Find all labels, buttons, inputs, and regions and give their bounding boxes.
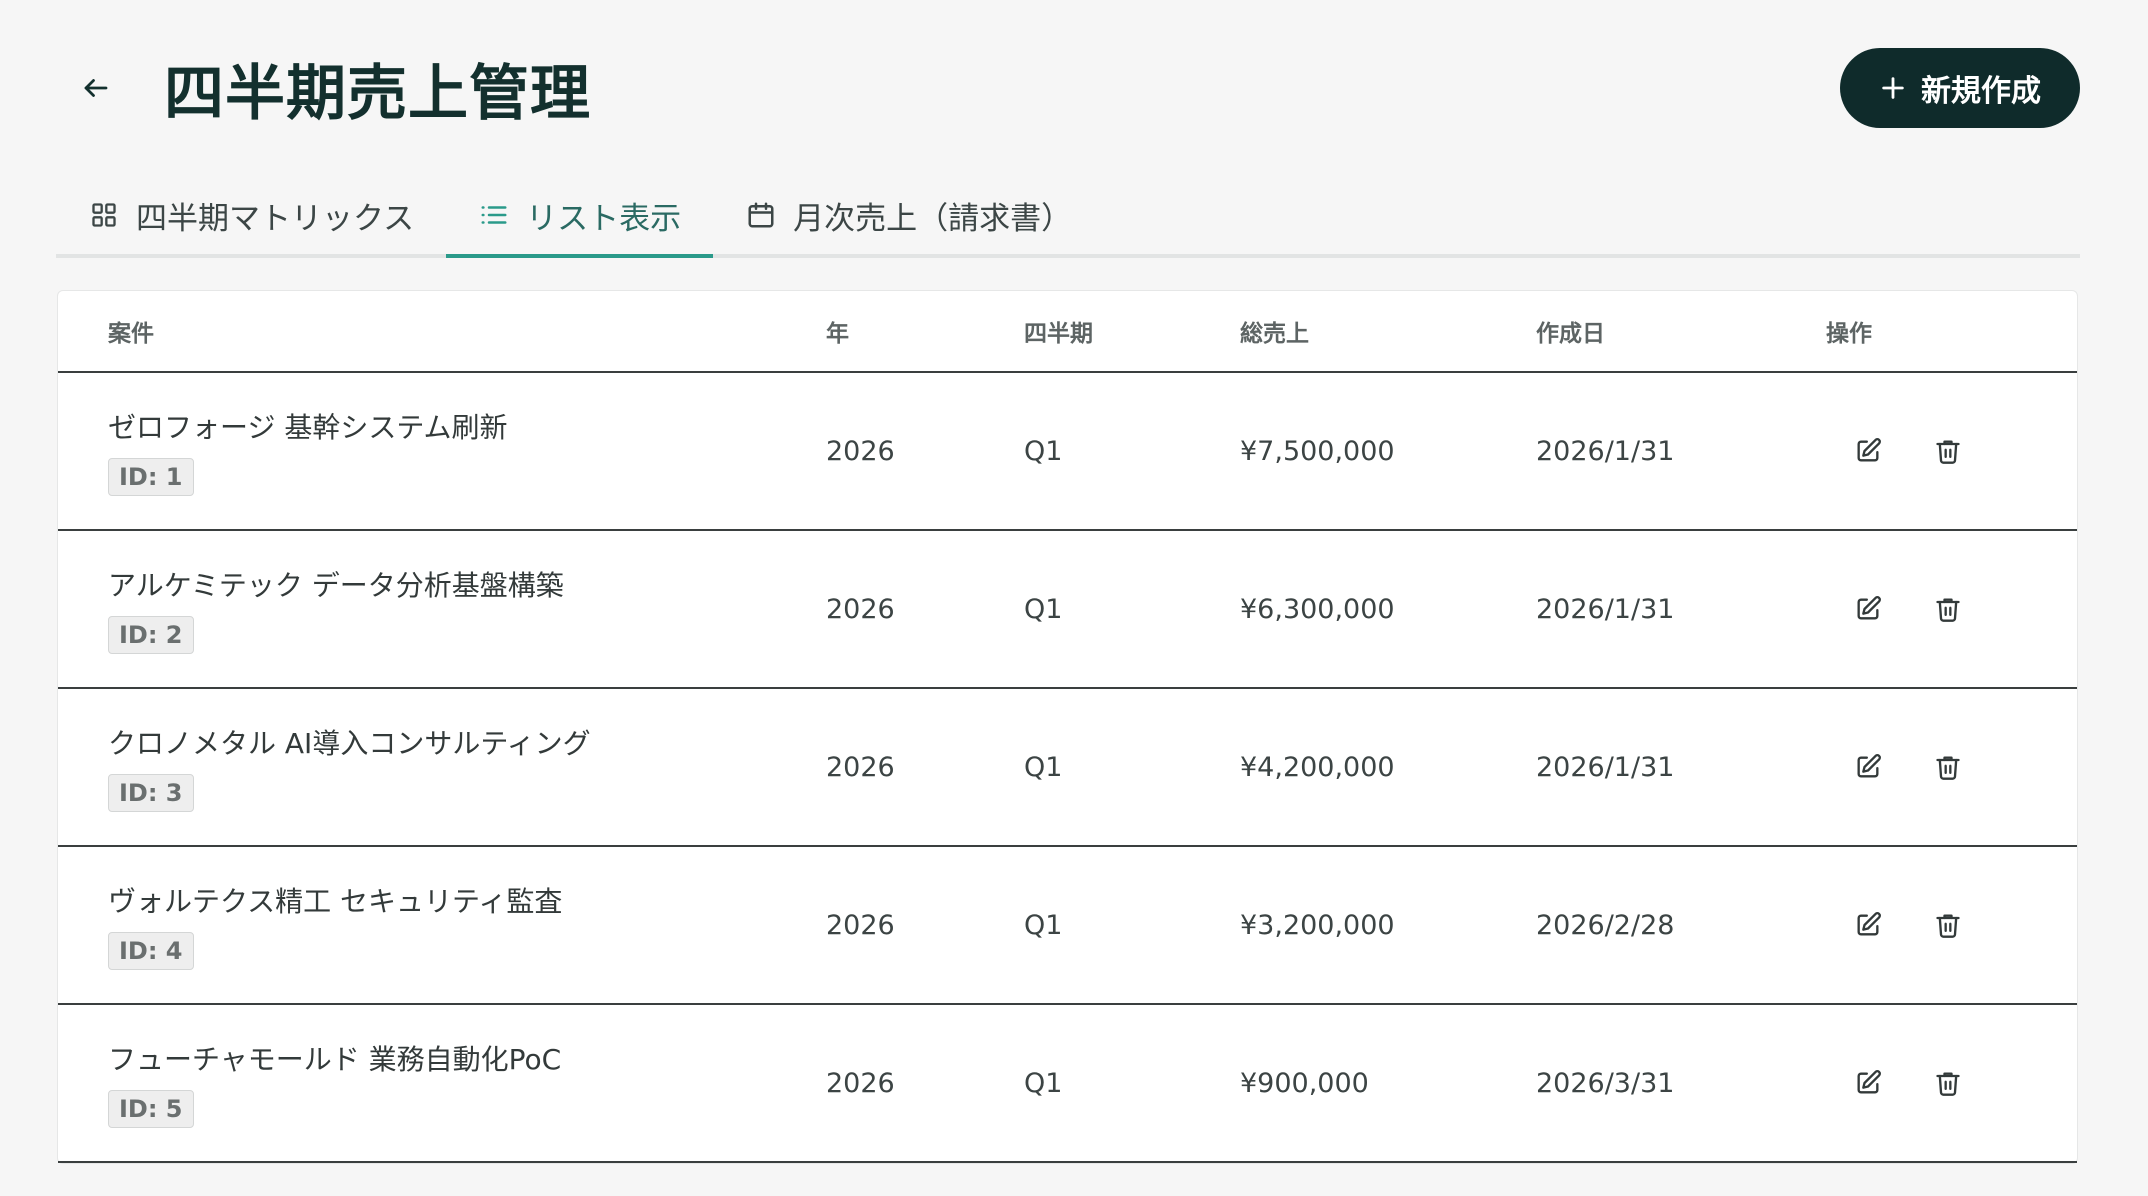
edit-button[interactable] bbox=[1840, 897, 1896, 953]
project-cell: ヴォルテクス精工 セキュリティ監査 ID: 4 bbox=[58, 880, 826, 970]
edit-icon bbox=[1857, 596, 1881, 620]
year-cell: 2026 bbox=[826, 435, 895, 467]
id-badge: ID: 5 bbox=[108, 1090, 194, 1128]
view-tabs: 四半期マトリックス リスト表示 月次売上（請求書） bbox=[56, 176, 2080, 258]
trash-icon bbox=[1936, 914, 1960, 938]
project-cell: クロノメタル AI導入コンサルティング ID: 3 bbox=[58, 722, 826, 812]
edit-icon bbox=[1857, 912, 1881, 936]
column-header-year[interactable]: 年 bbox=[826, 314, 1024, 348]
id-badge: ID: 1 bbox=[108, 458, 194, 496]
quarter-cell: Q1 bbox=[1024, 751, 1063, 783]
created-cell: 2026/1/31 bbox=[1536, 751, 1675, 783]
edit-button[interactable] bbox=[1840, 739, 1896, 795]
project-name: フューチャモールド 業務自動化PoC bbox=[108, 1043, 562, 1076]
table-header: 案件 年 四半期 総売上 作成日 操作 bbox=[58, 291, 2077, 373]
quarter-cell: Q1 bbox=[1024, 909, 1063, 941]
table-row[interactable]: フューチャモールド 業務自動化PoC ID: 5 2026 Q1 ¥900,00… bbox=[58, 1005, 2077, 1163]
created-cell: 2026/2/28 bbox=[1536, 909, 1675, 941]
column-header-created[interactable]: 作成日 bbox=[1536, 314, 1826, 348]
project-name: ヴォルテクス精工 セキュリティ監査 bbox=[108, 885, 563, 918]
year-cell: 2026 bbox=[826, 1067, 895, 1099]
tab-label: 四半期マトリックス bbox=[136, 200, 415, 237]
column-header-total[interactable]: 総売上 bbox=[1240, 314, 1536, 348]
header-left: 四半期売上管理 bbox=[56, 45, 591, 132]
quarter-cell: Q1 bbox=[1024, 1067, 1063, 1099]
year-cell: 2026 bbox=[826, 751, 895, 783]
table-row[interactable]: ヴォルテクス精工 セキュリティ監査 ID: 4 2026 Q1 ¥3,200,0… bbox=[58, 847, 2077, 1005]
actions-cell bbox=[1826, 581, 2066, 637]
tab-monthly-sales[interactable]: 月次売上（請求書） bbox=[713, 176, 1104, 254]
project-cell: フューチャモールド 業務自動化PoC ID: 5 bbox=[58, 1038, 826, 1128]
delete-button[interactable] bbox=[1920, 581, 1976, 637]
tab-list-view[interactable]: リスト表示 bbox=[446, 176, 714, 258]
list-icon bbox=[478, 199, 510, 231]
delete-button[interactable] bbox=[1920, 739, 1976, 795]
created-cell: 2026/1/31 bbox=[1536, 593, 1675, 625]
created-cell: 2026/1/31 bbox=[1536, 435, 1675, 467]
trash-icon bbox=[1936, 756, 1960, 780]
delete-button[interactable] bbox=[1920, 1055, 1976, 1111]
project-name: アルケミテック データ分析基盤構築 bbox=[108, 569, 564, 602]
edit-button[interactable] bbox=[1840, 1055, 1896, 1111]
delete-button[interactable] bbox=[1920, 423, 1976, 479]
tab-label: 月次売上（請求書） bbox=[793, 200, 1073, 237]
sales-table: 案件 年 四半期 総売上 作成日 操作 ゼロフォージ 基幹システム刷新 ID: … bbox=[57, 290, 2078, 1164]
table-row[interactable]: アルケミテック データ分析基盤構築 ID: 2 2026 Q1 ¥6,300,0… bbox=[58, 531, 2077, 689]
id-badge: ID: 2 bbox=[108, 616, 194, 654]
column-header-name[interactable]: 案件 bbox=[58, 314, 826, 348]
new-create-button[interactable]: 新規作成 bbox=[1840, 48, 2080, 128]
edit-icon bbox=[1857, 1070, 1881, 1094]
actions-cell bbox=[1826, 739, 2066, 795]
total-cell: ¥7,500,000 bbox=[1240, 435, 1395, 467]
back-button[interactable] bbox=[56, 48, 136, 128]
edit-button[interactable] bbox=[1840, 581, 1896, 637]
new-create-label: 新規作成 bbox=[1921, 75, 2041, 108]
actions-cell bbox=[1826, 423, 2066, 479]
id-badge: ID: 4 bbox=[108, 932, 194, 970]
page-title: 四半期売上管理 bbox=[164, 58, 591, 129]
created-cell: 2026/3/31 bbox=[1536, 1067, 1675, 1099]
actions-cell bbox=[1826, 1055, 2066, 1111]
trash-icon bbox=[1936, 598, 1960, 622]
quarter-cell: Q1 bbox=[1024, 593, 1063, 625]
total-cell: ¥3,200,000 bbox=[1240, 909, 1395, 941]
column-header-quarter[interactable]: 四半期 bbox=[1024, 314, 1240, 348]
year-cell: 2026 bbox=[826, 593, 895, 625]
trash-icon bbox=[1936, 1072, 1960, 1096]
total-cell: ¥4,200,000 bbox=[1240, 751, 1395, 783]
arrow-left-icon bbox=[84, 79, 108, 97]
project-cell: アルケミテック データ分析基盤構築 ID: 2 bbox=[58, 564, 826, 654]
column-header-actions: 操作 bbox=[1826, 321, 1872, 347]
table-row[interactable]: クロノメタル AI導入コンサルティング ID: 3 2026 Q1 ¥4,200… bbox=[58, 689, 2077, 847]
quarter-cell: Q1 bbox=[1024, 435, 1063, 467]
table-row[interactable]: ゼロフォージ 基幹システム刷新 ID: 1 2026 Q1 ¥7,500,000… bbox=[58, 373, 2077, 531]
project-name: ゼロフォージ 基幹システム刷新 bbox=[108, 411, 508, 444]
year-cell: 2026 bbox=[826, 909, 895, 941]
edit-icon bbox=[1857, 754, 1881, 778]
tab-label: リスト表示 bbox=[526, 200, 682, 237]
id-badge: ID: 3 bbox=[108, 774, 194, 812]
project-cell: ゼロフォージ 基幹システム刷新 ID: 1 bbox=[58, 406, 826, 496]
plus-icon bbox=[1879, 74, 1907, 102]
trash-icon bbox=[1936, 440, 1960, 464]
page: 四半期売上管理 新規作成 四半期マトリックス リスト表示 月次売上（請求書） 案… bbox=[0, 0, 2148, 1196]
page-header: 四半期売上管理 新規作成 bbox=[56, 40, 2080, 136]
total-cell: ¥900,000 bbox=[1240, 1067, 1369, 1099]
project-name: クロノメタル AI導入コンサルティング bbox=[108, 727, 591, 760]
tab-quarter-matrix[interactable]: 四半期マトリックス bbox=[56, 176, 446, 254]
grid-icon bbox=[88, 199, 120, 231]
calendar-icon bbox=[745, 199, 777, 231]
total-cell: ¥6,300,000 bbox=[1240, 593, 1395, 625]
edit-button[interactable] bbox=[1840, 423, 1896, 479]
delete-button[interactable] bbox=[1920, 897, 1976, 953]
edit-icon bbox=[1857, 438, 1881, 462]
actions-cell bbox=[1826, 897, 2066, 953]
